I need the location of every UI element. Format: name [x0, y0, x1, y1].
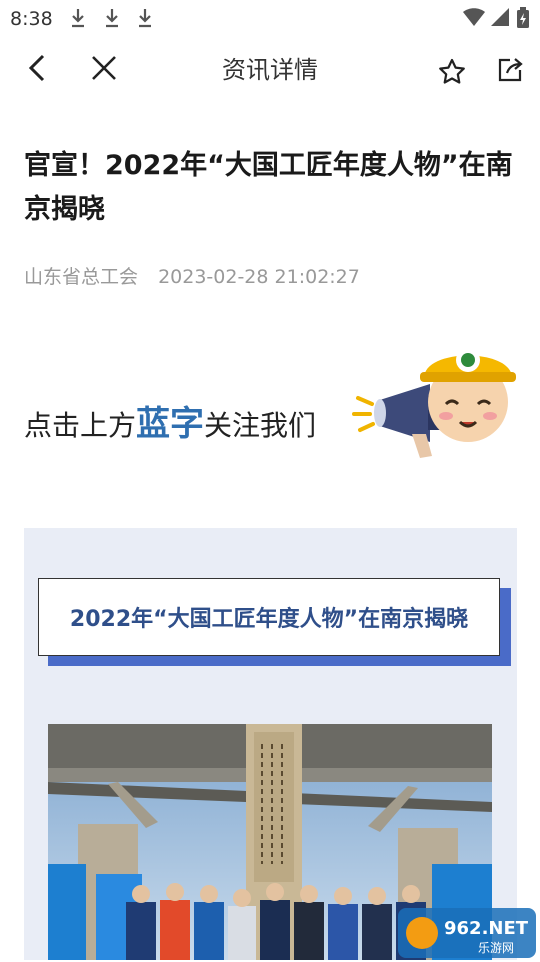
watermark-logo: 962.NET 乐游网: [398, 908, 536, 958]
article-meta: 山东省总工会 2023-02-28 21:02:27: [24, 262, 374, 289]
article-source[interactable]: 山东省总工会: [24, 266, 138, 288]
share-button[interactable]: [492, 52, 528, 88]
headline-text: 2022年“大国工匠年度人物”在南京揭晓: [69, 607, 469, 632]
battery-icon: [517, 7, 529, 28]
nav-bar: 资讯详情: [0, 36, 540, 100]
star-icon: [439, 58, 465, 84]
mascot-megaphone-image: [352, 348, 516, 458]
share-icon: [498, 58, 523, 82]
headline-box: 2022年“大国工匠年度人物”在南京揭晓: [38, 578, 500, 656]
download-icon: [72, 9, 84, 28]
follow-prompt: 点击上方蓝字关注我们: [24, 396, 316, 445]
follow-prefix: 点击上方: [24, 409, 137, 442]
status-bar: 8:38: [0, 0, 540, 36]
download-icon: [106, 9, 118, 28]
article-datetime: 2023-02-28 21:02:27: [158, 266, 360, 288]
signal-icon: [491, 8, 509, 26]
follow-suffix: 关注我们: [204, 409, 317, 442]
favorite-button[interactable]: [434, 54, 470, 90]
download-icon: [139, 9, 151, 28]
article-title: 官宣！2022年“大国工匠年度人物”在南京揭晓: [24, 150, 513, 225]
wifi-icon: [463, 8, 485, 26]
watermark-main: 962.NET: [444, 918, 529, 939]
follow-highlight[interactable]: 蓝字: [136, 404, 204, 444]
status-time: 8:38: [10, 8, 53, 30]
watermark-sub: 乐游网: [478, 941, 514, 955]
watermark-logo-image: 962.NET 乐游网: [398, 908, 536, 958]
